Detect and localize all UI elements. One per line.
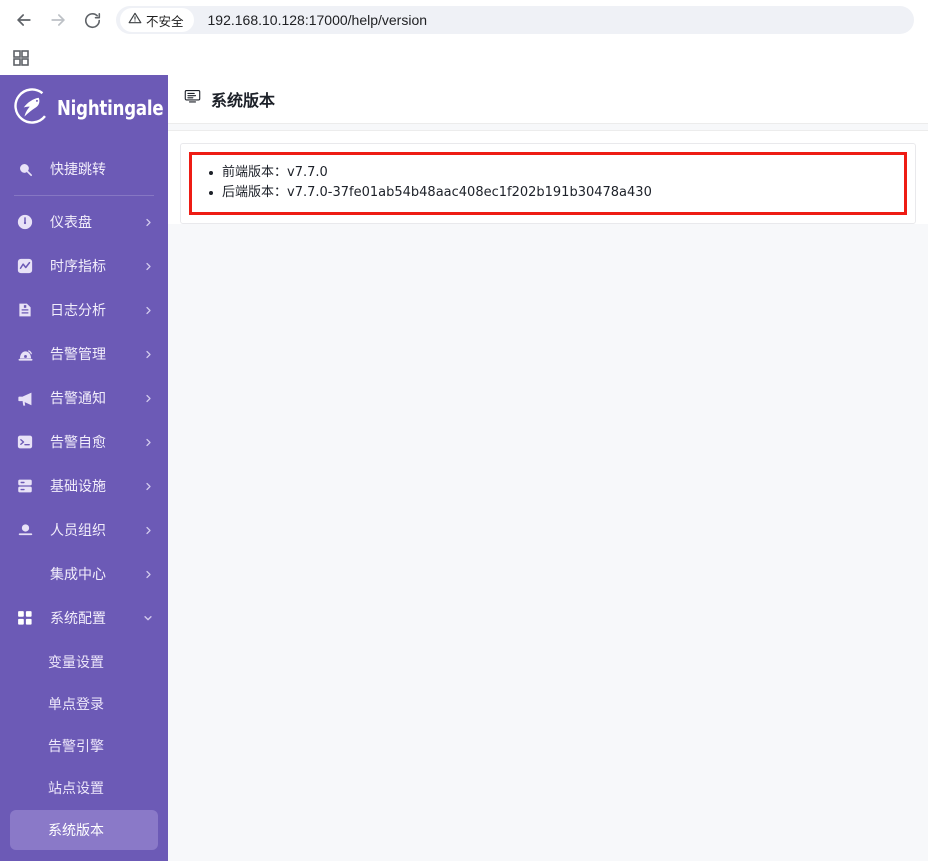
back-button[interactable] <box>8 4 40 36</box>
sidebar-item-label: 人员组织 <box>50 523 106 539</box>
sidebar-subitem-label: 告警引擎 <box>48 739 104 755</box>
page-header: 系统版本 <box>168 75 928 123</box>
sidebar-subitem-label: 变量设置 <box>48 655 104 671</box>
nightingale-bird-logo <box>14 87 50 129</box>
backend-version-label: 后端版本： <box>222 185 288 200</box>
search-icon <box>14 158 36 180</box>
arrow-left-icon <box>14 10 34 30</box>
version-list: 前端版本：v7.7.0 后端版本：v7.7.0-37fe01ab54b48aac… <box>196 163 900 203</box>
chevron-right-icon <box>142 394 154 403</box>
site-security-chip[interactable]: 不安全 <box>120 8 194 32</box>
sidebar-divider <box>14 195 154 196</box>
browser-chrome: 不安全 192.168.10.128:17000/help/version <box>0 0 928 75</box>
reload-button[interactable] <box>76 4 108 36</box>
dashboard-gauge-icon <box>14 211 36 233</box>
sidebar-item-label: 快捷跳转 <box>50 162 106 178</box>
sidebar-item-alert-self-healing[interactable]: 告警自愈 <box>0 420 168 464</box>
sidebar-subitem-label: 系统版本 <box>48 823 104 839</box>
chevron-right-icon <box>142 526 154 535</box>
list-panel-icon <box>184 88 201 110</box>
sidebar-item-label: 告警自愈 <box>50 435 106 451</box>
app-blocks-icon <box>14 607 36 629</box>
megaphone-icon <box>14 387 36 409</box>
sidebar-item-metrics[interactable]: 时序指标 <box>0 244 168 288</box>
chevron-right-icon <box>142 218 154 227</box>
sidebar-item-label: 告警通知 <box>50 391 106 407</box>
content-empty-area <box>168 224 928 861</box>
sidebar-item-logs[interactable]: 日志分析 <box>0 288 168 332</box>
frontend-version-value: v7.7.0 <box>287 165 328 180</box>
forward-button[interactable] <box>42 4 74 36</box>
sidebar-item-integration-center[interactable]: 集成中心 <box>0 552 168 596</box>
brand-name: Nightingale <box>57 96 164 120</box>
sidebar-item-label: 仪表盘 <box>50 215 92 231</box>
apps-grid-icon[interactable] <box>10 47 32 69</box>
sidebar-subitem-site-settings[interactable]: 站点设置 <box>10 768 158 808</box>
log-document-icon <box>14 299 36 321</box>
sidebar: Nightingale 快捷跳转 仪表盘 时序指标 日志分析 告警管理 告警通知… <box>0 75 168 861</box>
server-rack-icon <box>14 475 36 497</box>
list-item-frontend-version: 前端版本：v7.7.0 <box>196 163 900 183</box>
sidebar-item-system-config[interactable]: 系统配置 <box>0 596 168 640</box>
chevron-right-icon <box>142 350 154 359</box>
sidebar-item-quick-jump[interactable]: 快捷跳转 <box>0 147 168 191</box>
sidebar-subitem-sso[interactable]: 单点登录 <box>10 684 158 724</box>
sidebar-subitem-label: 站点设置 <box>48 781 104 797</box>
backend-version-value: v7.7.0-37fe01ab54b48aac408ec1f202b191b30… <box>287 185 652 200</box>
sidebar-subitem-system-version[interactable]: 系统版本 <box>10 810 158 850</box>
chevron-right-icon <box>142 262 154 271</box>
sidebar-item-label: 集成中心 <box>50 567 106 583</box>
sidebar-item-infrastructure[interactable]: 基础设施 <box>0 464 168 508</box>
address-bar[interactable]: 不安全 192.168.10.128:17000/help/version <box>116 6 914 34</box>
chevron-right-icon <box>142 482 154 491</box>
sidebar-subitem-variable-settings[interactable]: 变量设置 <box>10 642 158 682</box>
terminal-icon <box>14 431 36 453</box>
sidebar-item-alert-management[interactable]: 告警管理 <box>0 332 168 376</box>
page-title: 系统版本 <box>211 91 276 110</box>
chevron-right-icon <box>142 438 154 447</box>
sidebar-item-label: 基础设施 <box>50 479 106 495</box>
list-item-backend-version: 后端版本：v7.7.0-37fe01ab54b48aac408ec1f202b1… <box>196 183 900 203</box>
frontend-version-label: 前端版本： <box>222 165 288 180</box>
security-label: 不安全 <box>146 13 184 29</box>
sidebar-item-label: 时序指标 <box>50 259 106 275</box>
version-card: 前端版本：v7.7.0 后端版本：v7.7.0-37fe01ab54b48aac… <box>180 143 916 224</box>
content-area: 前端版本：v7.7.0 后端版本：v7.7.0-37fe01ab54b48aac… <box>168 131 928 224</box>
sidebar-item-label: 告警管理 <box>50 347 106 363</box>
user-icon <box>14 519 36 541</box>
sidebar-subitem-label: 单点登录 <box>48 697 104 713</box>
reload-icon <box>83 11 102 30</box>
warning-triangle-icon <box>128 11 142 30</box>
browser-nav-bar: 不安全 192.168.10.128:17000/help/version <box>0 0 928 40</box>
main-content: 系统版本 前端版本：v7.7.0 后端版本：v7.7.0-37fe01ab54b… <box>168 75 928 861</box>
sidebar-subitem-alert-engine[interactable]: 告警引擎 <box>10 726 158 766</box>
sidebar-item-alert-notification[interactable]: 告警通知 <box>0 376 168 420</box>
sidebar-item-people-org[interactable]: 人员组织 <box>0 508 168 552</box>
chevron-right-icon <box>142 570 154 579</box>
url-text[interactable]: 192.168.10.128:17000/help/version <box>208 12 428 28</box>
sidebar-item-dashboard[interactable]: 仪表盘 <box>0 200 168 244</box>
bookmarks-bar <box>0 40 928 75</box>
header-separator <box>168 123 928 131</box>
version-highlight-box: 前端版本：v7.7.0 后端版本：v7.7.0-37fe01ab54b48aac… <box>189 152 907 215</box>
chevron-right-icon <box>142 306 154 315</box>
sidebar-item-label: 日志分析 <box>50 303 106 319</box>
alert-bell-icon <box>14 343 36 365</box>
sidebar-item-label: 系统配置 <box>50 611 106 627</box>
brand-logo[interactable]: Nightingale <box>0 75 168 141</box>
application-root: Nightingale 快捷跳转 仪表盘 时序指标 日志分析 告警管理 告警通知… <box>0 75 928 861</box>
arrow-right-icon <box>48 10 68 30</box>
metrics-chart-icon <box>14 255 36 277</box>
chevron-down-icon <box>142 613 154 623</box>
